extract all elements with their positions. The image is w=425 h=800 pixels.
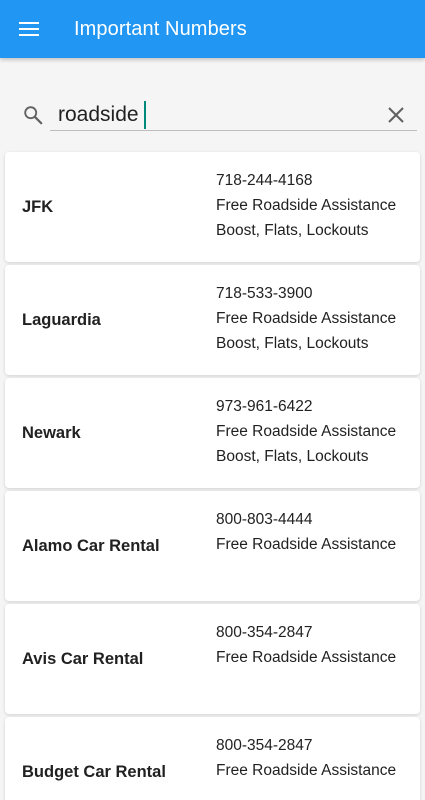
list-item[interactable]: Avis Car Rental 800-354-2847 Free Roadsi… xyxy=(5,604,420,714)
search-input[interactable] xyxy=(50,96,417,131)
page-title: Important Numbers xyxy=(74,17,247,40)
contact-info: 800-354-2847 Free Roadside Assistance xyxy=(216,620,396,670)
contact-name: Budget Car Rental xyxy=(22,762,166,781)
phone-number[interactable]: 718-244-4168 xyxy=(216,168,396,193)
contact-info: 973-961-6422 Free Roadside Assistance Bo… xyxy=(216,394,396,469)
service-label: Free Roadside Assistance xyxy=(216,536,397,553)
list-item[interactable]: Alamo Car Rental 800-803-4444 Free Roads… xyxy=(5,491,420,601)
phone-number[interactable]: 718-533-3900 xyxy=(216,281,396,306)
list-item[interactable]: Newark 973-961-6422 Free Roadside Assist… xyxy=(5,378,420,488)
phone-number[interactable]: 800-354-2847 xyxy=(216,733,396,758)
list-item[interactable]: JFK 718-244-4168 Free Roadside Assistanc… xyxy=(5,152,420,262)
service-details: Boost, Flats, Lockouts xyxy=(216,335,369,352)
phone-number[interactable]: 800-354-2847 xyxy=(216,620,396,645)
list-item[interactable]: Budget Car Rental 800-354-2847 Free Road… xyxy=(5,717,420,800)
list-item[interactable]: Laguardia 718-533-3900 Free Roadside Ass… xyxy=(5,265,420,375)
close-icon[interactable] xyxy=(384,103,408,127)
app-bar: Important Numbers xyxy=(0,0,425,58)
contact-name: Laguardia xyxy=(22,310,101,329)
service-details: Boost, Flats, Lockouts xyxy=(216,222,369,239)
contact-info: 718-533-3900 Free Roadside Assistance Bo… xyxy=(216,281,396,356)
phone-number[interactable]: 800-803-4444 xyxy=(216,507,396,532)
service-label: Free Roadside Assistance xyxy=(216,310,397,327)
service-label: Free Roadside Assistance xyxy=(216,197,397,214)
contact-name: JFK xyxy=(22,197,54,216)
contact-name: Avis Car Rental xyxy=(22,649,144,668)
search-icon xyxy=(24,106,43,125)
phone-number[interactable]: 973-961-6422 xyxy=(216,394,396,419)
service-label: Free Roadside Assistance xyxy=(216,762,397,779)
search-bar xyxy=(0,96,425,136)
contact-info: 718-244-4168 Free Roadside Assistance Bo… xyxy=(216,168,396,243)
service-label: Free Roadside Assistance xyxy=(216,423,397,440)
text-cursor xyxy=(144,101,146,129)
service-label: Free Roadside Assistance xyxy=(216,649,397,666)
hamburger-menu-icon xyxy=(19,22,39,36)
contact-info: 800-354-2847 Free Roadside Assistance xyxy=(216,733,396,783)
menu-button[interactable] xyxy=(0,0,58,58)
contact-info: 800-803-4444 Free Roadside Assistance xyxy=(216,507,396,557)
contact-name: Alamo Car Rental xyxy=(22,536,160,555)
contact-list: JFK 718-244-4168 Free Roadside Assistanc… xyxy=(5,152,420,800)
service-details: Boost, Flats, Lockouts xyxy=(216,448,369,465)
contact-name: Newark xyxy=(22,423,81,442)
